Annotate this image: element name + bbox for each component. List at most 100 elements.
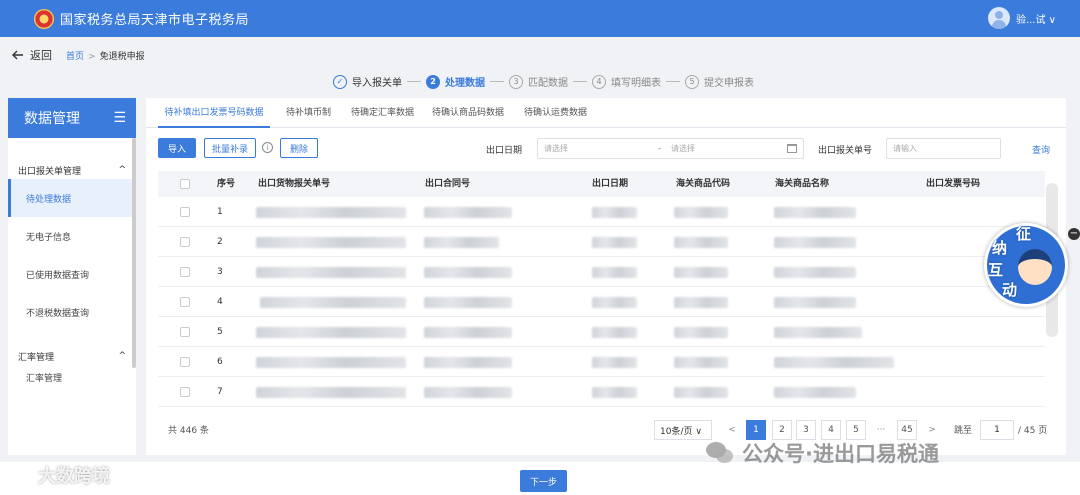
- back-button[interactable]: 返回: [12, 47, 52, 63]
- chevron-up-icon[interactable]: ^: [118, 351, 126, 361]
- page-last[interactable]: 45: [897, 420, 917, 440]
- redacted-text: [592, 207, 637, 218]
- page-2[interactable]: 2: [772, 420, 792, 440]
- declaration-input[interactable]: 请输入: [886, 138, 1001, 159]
- step-match: 3 匹配数据: [509, 74, 568, 89]
- redacted-text: [774, 207, 856, 218]
- col-invoice-no: 出口发票号码: [926, 179, 981, 189]
- sidebar-item-exchange-rate[interactable]: 汇率管理: [8, 363, 136, 391]
- table-row[interactable]: 3: [158, 257, 1045, 287]
- top-bar: 国家税务总局天津市电子税务局 验...试 ∨: [0, 0, 1080, 37]
- row-checkbox[interactable]: [180, 357, 190, 367]
- redacted-text: [592, 267, 637, 278]
- tax-emblem-icon: [34, 8, 54, 29]
- sidebar-group-declarations[interactable]: 出口报关单管理 ^: [8, 163, 136, 177]
- delete-button[interactable]: 删除: [280, 138, 318, 158]
- sidebar-item-no-electronic[interactable]: 无电子信息: [8, 217, 136, 255]
- jump-input[interactable]: 1: [980, 420, 1014, 440]
- date-start[interactable]: 请选择: [544, 143, 568, 154]
- redacted-text: [256, 357, 406, 368]
- progress-steps: ✓ 导入报关单 2 处理数据 3 匹配数据 4 填写明细表 5 提交申报表: [333, 74, 754, 89]
- table-row[interactable]: 6: [158, 347, 1045, 377]
- next-page-button[interactable]: >: [922, 420, 942, 440]
- redacted-text: [592, 387, 637, 398]
- page-ellipsis[interactable]: ···: [871, 420, 891, 440]
- redacted-text: [256, 327, 406, 338]
- breadcrumb: 首页 > 免退税申报: [66, 51, 145, 62]
- row-checkbox[interactable]: [180, 267, 190, 277]
- redacted-text: [774, 267, 856, 278]
- wechat-icon: [706, 442, 734, 464]
- date-range-input[interactable]: 请选择 - 请选择: [537, 138, 804, 159]
- tab-freight[interactable]: 待确认运费数据: [524, 98, 587, 128]
- page-5[interactable]: 5: [846, 420, 866, 440]
- user-menu[interactable]: 验...试 ∨: [987, 7, 1056, 29]
- declaration-label: 出口报关单号: [818, 146, 873, 156]
- mascot-close-icon[interactable]: −: [1068, 228, 1080, 240]
- page-1[interactable]: 1: [746, 420, 766, 440]
- arrow-left-icon: [12, 50, 23, 60]
- table-row[interactable]: 2: [158, 227, 1045, 257]
- row-checkbox[interactable]: [180, 207, 190, 217]
- sidebar-title: 数据管理: [24, 111, 80, 127]
- step-connector: [666, 81, 680, 82]
- redacted-text: [424, 237, 499, 248]
- breadcrumb-row: 返回 首页 > 免退税申报: [12, 47, 145, 63]
- sidebar-header: 数据管理 ☰: [8, 98, 136, 138]
- row-checkbox[interactable]: [180, 237, 190, 247]
- row-checkbox[interactable]: [180, 387, 190, 397]
- redacted-text: [674, 357, 728, 368]
- sidebar-item-no-refund-query[interactable]: 不退税数据查询: [8, 293, 136, 331]
- redacted-text: [592, 297, 637, 308]
- sidebar-item-pending[interactable]: 待处理数据: [8, 179, 136, 217]
- chevron-up-icon[interactable]: ^: [118, 165, 126, 175]
- next-step-button[interactable]: 下一步: [520, 470, 567, 492]
- tab-commodity-code[interactable]: 待确认商品码数据: [432, 98, 504, 128]
- date-end[interactable]: 请选择: [671, 143, 695, 154]
- redacted-text: [674, 207, 728, 218]
- row-checkbox[interactable]: [180, 297, 190, 307]
- page-3[interactable]: 3: [796, 420, 816, 440]
- col-index: 序号: [217, 179, 236, 189]
- page-4[interactable]: 4: [821, 420, 841, 440]
- info-icon[interactable]: i: [262, 142, 273, 153]
- user-name[interactable]: 验...试 ∨: [1016, 11, 1056, 26]
- tab-invoice[interactable]: 待补填出口发票号码数据: [158, 98, 270, 128]
- import-button[interactable]: 导入: [158, 138, 196, 158]
- select-all-checkbox[interactable]: [180, 179, 190, 189]
- query-button[interactable]: 查询: [1032, 143, 1050, 156]
- sidebar-item-used-query[interactable]: 已使用数据查询: [8, 255, 136, 293]
- col-hs-code: 海关商品代码: [676, 179, 731, 189]
- row-checkbox[interactable]: [180, 327, 190, 337]
- assistant-mascot[interactable]: 征 纳 互 动: [984, 223, 1068, 307]
- officer-avatar-icon: [1018, 249, 1052, 285]
- avatar[interactable]: [987, 7, 1010, 29]
- main-panel: 待补填出口发票号码数据 待补填币制 待确定汇率数据 待确认商品码数据 待确认运费…: [146, 98, 1066, 455]
- step-import: ✓ 导入报关单: [333, 74, 402, 89]
- col-hs-name: 海关商品名称: [775, 179, 830, 189]
- redacted-text: [774, 297, 856, 308]
- breadcrumb-home[interactable]: 首页: [66, 52, 84, 62]
- tab-exchange-rate[interactable]: 待确定汇率数据: [351, 98, 414, 128]
- page-size-select[interactable]: 10条/页 ∨: [654, 420, 712, 440]
- table-row[interactable]: 1: [158, 197, 1045, 227]
- redacted-text: [256, 207, 406, 218]
- redacted-text: [424, 297, 512, 308]
- sidebar-scrollbar[interactable]: [132, 138, 136, 368]
- table-row[interactable]: 5: [158, 317, 1045, 347]
- check-icon: ✓: [333, 74, 347, 89]
- calendar-icon[interactable]: [787, 144, 797, 153]
- table-row[interactable]: 7: [158, 377, 1045, 407]
- redacted-text: [592, 357, 637, 368]
- prev-page-button[interactable]: <: [722, 420, 742, 440]
- col-contract-no: 出口合同号: [425, 179, 471, 189]
- menu-toggle-icon[interactable]: ☰: [113, 110, 126, 126]
- table-row[interactable]: 4: [158, 287, 1045, 317]
- tab-currency[interactable]: 待补填币制: [286, 98, 331, 128]
- breadcrumb-current: 免退税申报: [99, 51, 145, 62]
- redacted-text: [256, 237, 406, 248]
- redacted-text: [774, 237, 856, 248]
- sidebar-group-exchange[interactable]: 汇率管理 ^: [8, 349, 136, 363]
- redacted-text: [674, 237, 728, 248]
- batch-entry-button[interactable]: 批量补录: [204, 138, 256, 158]
